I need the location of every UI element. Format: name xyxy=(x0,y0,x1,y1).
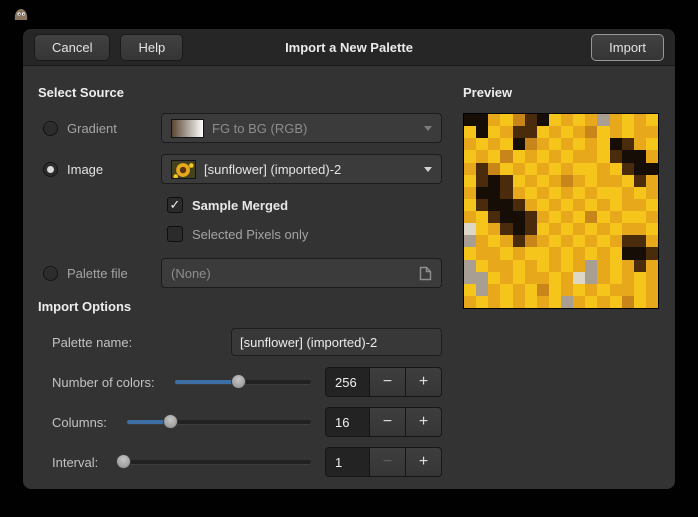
gradient-combobox-value: FG to BG (RGB) xyxy=(212,121,307,136)
selected-pixels-checkbox-row[interactable]: Selected Pixels only xyxy=(167,224,442,244)
interval-value[interactable]: 1 xyxy=(325,447,370,477)
decrement-button-disabled: − xyxy=(370,447,406,477)
import-button[interactable]: Import xyxy=(591,34,664,61)
number-of-colors-row: Number of colors: 256 − + xyxy=(38,367,442,397)
number-of-colors-value[interactable]: 256 xyxy=(325,367,370,397)
image-radio[interactable] xyxy=(43,162,58,177)
slider-handle[interactable] xyxy=(231,374,246,389)
sample-merged-label: Sample Merged xyxy=(192,198,288,213)
palette-file-label: Palette file xyxy=(67,266,128,281)
image-combobox[interactable]: [sunflower] (imported)-2 xyxy=(161,154,442,184)
preview-column: Preview xyxy=(463,76,659,489)
sample-merged-checkbox-row[interactable]: ✓ Sample Merged xyxy=(167,195,442,215)
slider-handle[interactable] xyxy=(116,454,131,469)
gradient-radio-cell[interactable]: Gradient xyxy=(38,121,161,136)
number-of-colors-label: Number of colors: xyxy=(52,375,155,390)
gradient-combobox[interactable]: FG to BG (RGB) xyxy=(161,113,442,143)
columns-row: Columns: 16 − + xyxy=(38,407,442,437)
image-source-row: Image [sunflower] (import xyxy=(38,154,442,184)
selected-pixels-checkbox[interactable] xyxy=(167,226,183,242)
interval-label: Interval: xyxy=(52,455,98,470)
columns-label: Columns: xyxy=(52,415,107,430)
columns-slider[interactable] xyxy=(127,407,311,437)
interval-slider[interactable] xyxy=(118,447,311,477)
palette-file-value: (None) xyxy=(171,266,211,281)
gradient-label: Gradient xyxy=(67,121,117,136)
select-source-heading: Select Source xyxy=(38,85,442,100)
palette-name-input[interactable] xyxy=(231,328,442,356)
selected-pixels-label: Selected Pixels only xyxy=(192,227,308,242)
palette-file-radio-cell[interactable]: Palette file xyxy=(38,266,161,281)
columns-spinbox: 16 − + xyxy=(325,407,442,437)
palette-name-row: Palette name: xyxy=(38,327,442,357)
image-combobox-value: [sunflower] (imported)-2 xyxy=(204,162,341,177)
help-button[interactable]: Help xyxy=(120,34,183,61)
palette-name-label: Palette name: xyxy=(52,335,132,350)
gradient-thumbnail xyxy=(171,119,204,138)
decrement-button[interactable]: − xyxy=(370,367,406,397)
gradient-source-row: Gradient FG to BG (RGB) xyxy=(38,113,442,143)
number-of-colors-spinbox: 256 − + xyxy=(325,367,442,397)
dialog-body: Select Source Gradient FG to BG (RGB) xyxy=(23,66,675,489)
cancel-button[interactable]: Cancel xyxy=(34,34,110,61)
increment-button[interactable]: + xyxy=(406,447,442,477)
sample-merged-checkbox[interactable]: ✓ xyxy=(167,197,183,213)
preview-heading: Preview xyxy=(463,85,659,100)
slider-fill xyxy=(175,380,239,384)
chevron-down-icon xyxy=(424,126,432,131)
interval-row: Interval: 1 − + xyxy=(38,447,442,477)
gradient-radio[interactable] xyxy=(43,121,58,136)
palette-file-radio[interactable] xyxy=(43,266,58,281)
columns-value[interactable]: 16 xyxy=(325,407,370,437)
interval-spinbox: 1 − + xyxy=(325,447,442,477)
import-options-heading: Import Options xyxy=(38,299,442,314)
decrement-button[interactable]: − xyxy=(370,407,406,437)
slider-handle[interactable] xyxy=(163,414,178,429)
screen: Import a New Palette Cancel Help Import … xyxy=(0,0,698,517)
image-radio-cell[interactable]: Image xyxy=(38,162,161,177)
chevron-down-icon xyxy=(424,167,432,172)
gimp-wilber-window-icon xyxy=(13,8,29,22)
import-palette-dialog: Import a New Palette Cancel Help Import … xyxy=(22,28,676,490)
dialog-header: Import a New Palette Cancel Help Import xyxy=(23,29,675,66)
increment-button[interactable]: + xyxy=(406,407,442,437)
document-icon xyxy=(419,266,432,281)
check-icon: ✓ xyxy=(170,197,181,212)
palette-file-source-row: Palette file (None) xyxy=(38,258,442,288)
number-of-colors-slider[interactable] xyxy=(175,367,311,397)
image-label: Image xyxy=(67,162,103,177)
increment-button[interactable]: + xyxy=(406,367,442,397)
controls-column: Select Source Gradient FG to BG (RGB) xyxy=(38,76,442,489)
preview-grid xyxy=(463,113,659,309)
sunflower-thumbnail xyxy=(171,160,196,179)
palette-file-chooser-button[interactable]: (None) xyxy=(161,258,442,288)
slider-track[interactable] xyxy=(118,460,311,464)
